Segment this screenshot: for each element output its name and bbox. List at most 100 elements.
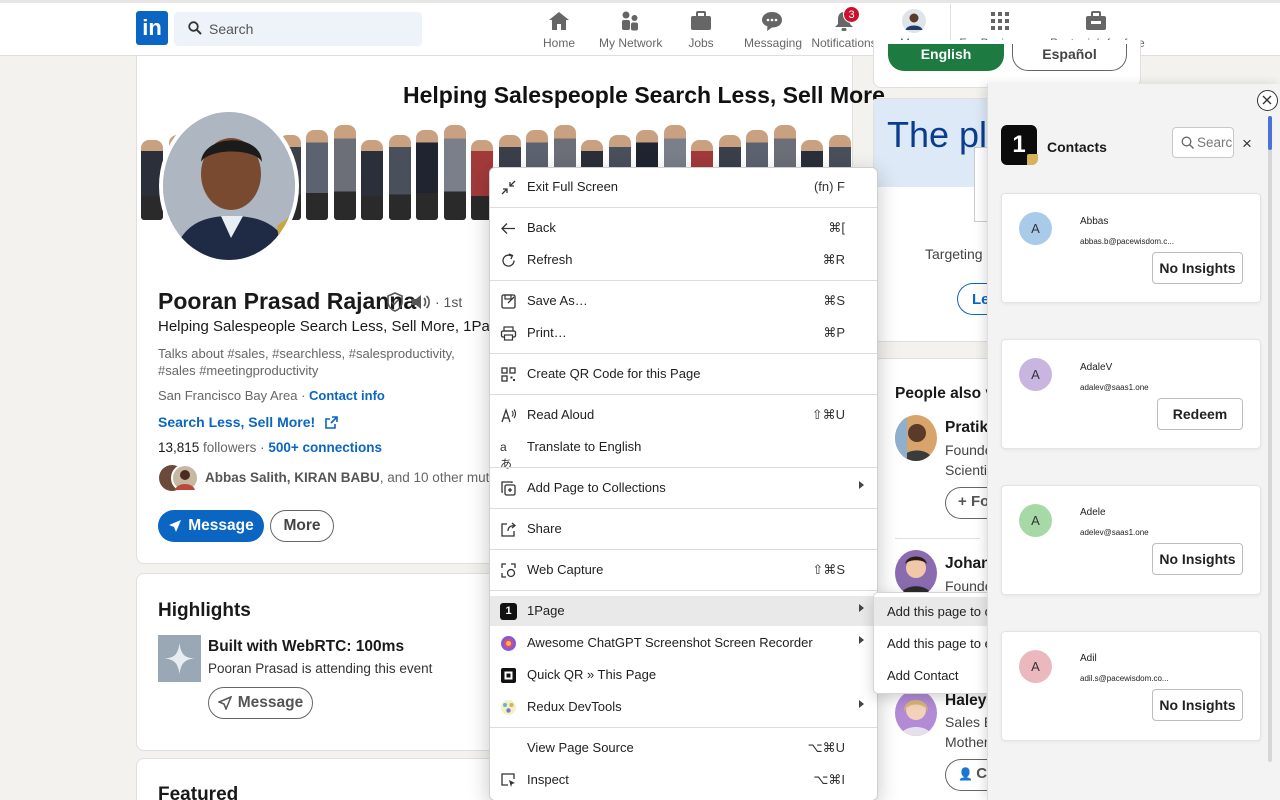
- contact-card[interactable]: [1001, 485, 1261, 595]
- follow-button[interactable]: + Fo: [945, 487, 987, 519]
- menu-item-read-aloud[interactable]: Read Aloud ⇧⌘U: [490, 400, 877, 430]
- menu-item-share[interactable]: Share: [490, 514, 877, 544]
- nav-my-network-label: My Network: [599, 36, 663, 50]
- highlights-title: Highlights: [158, 600, 251, 621]
- menu-item-label: View Page Source: [527, 740, 634, 755]
- message-button[interactable]: Message: [158, 510, 264, 542]
- connections-link[interactable]: 500+ connections: [268, 440, 382, 455]
- contact-card[interactable]: [1001, 631, 1261, 741]
- menu-separator: [490, 394, 877, 395]
- contact-info-link[interactable]: Contact info: [309, 388, 385, 403]
- person-avatar[interactable]: [895, 415, 937, 461]
- banner-person-figure: [361, 140, 383, 220]
- profile-location: San Francisco Bay Area · Contact info: [158, 388, 385, 403]
- notifications-count-badge: 3: [843, 6, 860, 23]
- menu-item-add-to-collections[interactable]: Add Page to Collections: [490, 473, 877, 503]
- event-subtitle: Pooran Prasad is attending this event: [208, 661, 433, 676]
- menu-item-quick-qr[interactable]: Quick QR » This Page: [490, 660, 877, 690]
- nav-messaging[interactable]: Messaging: [744, 8, 802, 50]
- contacts-search-placeholder: Search: [1197, 135, 1233, 150]
- menu-item-back[interactable]: Back ⌘[: [490, 213, 877, 243]
- person-photo-icon: [895, 690, 937, 736]
- search-placeholder: Search: [209, 21, 254, 37]
- menu-item-inspect[interactable]: Inspect ⌥⌘I: [490, 765, 877, 795]
- linkedin-logo-icon[interactable]: in: [136, 11, 168, 45]
- english-language-button[interactable]: English: [888, 44, 1004, 71]
- profile-avatar[interactable]: [159, 108, 299, 264]
- event-title[interactable]: Built with WebRTC: 100ms: [208, 638, 404, 656]
- grid-apps-icon: [991, 12, 1009, 30]
- no-insights-button[interactable]: No Insights: [1152, 252, 1243, 284]
- post-job-icon: [1086, 11, 1106, 30]
- espanol-language-button[interactable]: Español: [1012, 44, 1127, 71]
- inspect-icon: [501, 773, 515, 787]
- close-icon[interactable]: ×: [1242, 134, 1252, 154]
- menu-item-exit-full-screen[interactable]: Exit Full Screen (fn) F: [490, 172, 877, 202]
- mutual-connections-avatars[interactable]: [158, 464, 199, 492]
- nav-home[interactable]: Home: [538, 8, 580, 50]
- person-photo-icon: [895, 415, 937, 461]
- people-divider: [895, 538, 980, 539]
- mutual-names: Abbas Salith, KIRAN BABU: [205, 470, 380, 485]
- share-icon: [501, 522, 517, 537]
- contacts-search-input[interactable]: Search: [1172, 127, 1234, 158]
- no-insights-button[interactable]: No Insights: [1152, 543, 1243, 575]
- person-headline: Founde: [945, 442, 993, 458]
- menu-item-print[interactable]: Print… ⌘P: [490, 318, 877, 348]
- person-name[interactable]: Johan: [945, 555, 991, 573]
- person-name[interactable]: Pratik: [945, 419, 988, 437]
- nav-jobs[interactable]: Jobs: [686, 8, 716, 50]
- more-button[interactable]: More: [270, 510, 334, 542]
- contact-card[interactable]: [1001, 339, 1261, 449]
- featured-title: Featured: [158, 784, 239, 800]
- menu-separator: [490, 508, 877, 509]
- send-icon: [169, 520, 182, 532]
- panel-close-button[interactable]: [1257, 90, 1278, 111]
- menu-item-chatgpt-screenshot[interactable]: Awesome ChatGPT Screenshot Screen Record…: [490, 628, 877, 658]
- highlights-message-button[interactable]: Message: [208, 687, 313, 719]
- menu-item-label: Refresh: [527, 252, 573, 267]
- person-avatar[interactable]: [895, 550, 937, 596]
- menu-item-translate[interactable]: aあ Translate to English: [490, 432, 877, 471]
- person-name[interactable]: Haley: [945, 692, 986, 710]
- menu-item-label: 1Page: [527, 603, 565, 618]
- event-image[interactable]: [158, 635, 201, 682]
- menu-item-web-capture[interactable]: Web Capture ⇧⌘S: [490, 555, 877, 585]
- qr-code-icon: [501, 367, 516, 382]
- submenu-add-contact[interactable]: Add Contact: [887, 668, 959, 683]
- contact-name: Adil: [1080, 653, 1097, 664]
- menu-item-redux-devtools[interactable]: Redux DevTools: [490, 692, 877, 722]
- banner-person-figure: [333, 125, 356, 220]
- menu-item-shortcut: ⇧⌘S: [812, 562, 845, 577]
- global-search-input[interactable]: Search: [174, 12, 422, 46]
- connect-button[interactable]: 👤 C: [945, 759, 987, 791]
- contact-avatar: A: [1019, 212, 1052, 245]
- exit-fullscreen-icon: [501, 180, 516, 195]
- profile-talks-about: Talks about #sales, #searchless, #salesp…: [158, 346, 455, 378]
- menu-item-create-qr[interactable]: Create QR Code for this Page: [490, 359, 877, 389]
- nav-my-network[interactable]: My Network: [599, 8, 663, 50]
- location-text: San Francisco Bay Area ·: [158, 388, 310, 403]
- menu-item-refresh[interactable]: Refresh ⌘R: [490, 245, 877, 275]
- mutual-connections[interactable]: Abbas Salith, KIRAN BABU, and 10 other m…: [205, 470, 507, 485]
- menu-item-label: Inspect: [527, 772, 569, 787]
- panel-scrollbar[interactable]: [1268, 116, 1272, 762]
- no-insights-button[interactable]: No Insights: [1152, 689, 1243, 721]
- panel-scrollbar-thumb[interactable]: [1268, 116, 1272, 150]
- menu-item-label: Translate to English: [527, 439, 642, 454]
- website-link[interactable]: Search Less, Sell More!: [158, 414, 338, 430]
- redeem-button[interactable]: Redeem: [1157, 398, 1243, 430]
- verified-shield-icon[interactable]: [386, 292, 404, 312]
- contact-avatar: A: [1019, 504, 1052, 537]
- person-avatar[interactable]: [895, 690, 937, 736]
- contact-card[interactable]: [1001, 193, 1261, 303]
- menu-item-save-as[interactable]: Save As… ⌘S: [490, 286, 877, 316]
- banner-person-figure: [388, 135, 411, 220]
- menu-item-1page[interactable]: 1 1Page: [490, 596, 877, 626]
- menu-item-view-source[interactable]: View Page Source ⌥⌘U: [490, 733, 877, 763]
- read-aloud-icon: [501, 407, 517, 423]
- menu-separator: [490, 207, 877, 208]
- external-link-icon: [325, 416, 338, 429]
- nav-notifications-label: Notifications: [811, 36, 877, 50]
- speaker-icon[interactable]: [410, 293, 432, 311]
